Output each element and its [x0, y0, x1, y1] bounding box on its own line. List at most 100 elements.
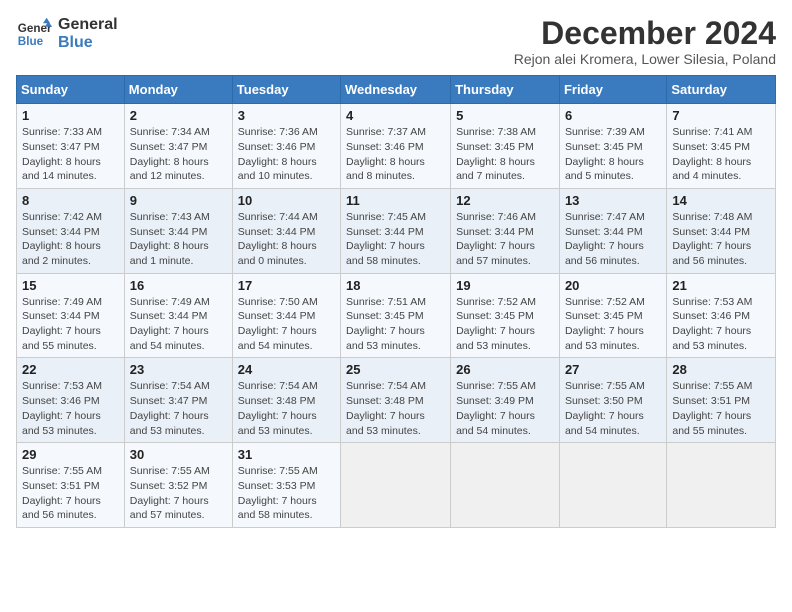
day-info: Sunrise: 7:39 AMSunset: 3:45 PMDaylight:… — [565, 125, 661, 184]
calendar-cell: 5Sunrise: 7:38 AMSunset: 3:45 PMDaylight… — [451, 104, 560, 189]
calendar-cell: 28 Sunrise: 7:55 AMSunset: 3:51 PMDayligh… — [667, 358, 776, 443]
calendar-week-row: 22 Sunrise: 7:53 AMSunset: 3:46 PMDayligh… — [17, 358, 776, 443]
day-number: 17 — [238, 278, 335, 293]
calendar-week-row: 8 Sunrise: 7:42 AMSunset: 3:44 PMDaylight… — [17, 188, 776, 273]
calendar-cell: 29Sunrise: 7:55 AMSunset: 3:51 PMDayligh… — [17, 443, 125, 528]
day-info: Sunrise: 7:53 AMSunset: 3:46 PMDaylight:… — [22, 379, 119, 438]
day-info: Sunrise: 7:50 AMSunset: 3:44 PMDaylight:… — [238, 295, 335, 354]
calendar-week-row: 15Sunrise: 7:49 AMSunset: 3:44 PMDayligh… — [17, 273, 776, 358]
day-number: 6 — [565, 108, 661, 123]
day-number: 7 — [672, 108, 770, 123]
day-number: 22 — [22, 362, 119, 377]
day-number: 12 — [456, 193, 554, 208]
day-info: Sunrise: 7:53 AMSunset: 3:46 PMDaylight:… — [672, 295, 770, 354]
day-number: 19 — [456, 278, 554, 293]
weekday-header: Sunday — [17, 76, 125, 104]
day-info: Sunrise: 7:43 AMSunset: 3:44 PMDaylight:… — [130, 210, 227, 269]
calendar-cell: 12 Sunrise: 7:46 AMSunset: 3:44 PMDayligh… — [451, 188, 560, 273]
calendar-cell: 30Sunrise: 7:55 AMSunset: 3:52 PMDayligh… — [124, 443, 232, 528]
weekday-header: Saturday — [667, 76, 776, 104]
day-info: Sunrise: 7:49 AMSunset: 3:44 PMDaylight:… — [22, 295, 119, 354]
day-info: Sunrise: 7:52 AMSunset: 3:45 PMDaylight:… — [565, 295, 661, 354]
day-number: 13 — [565, 193, 661, 208]
day-number: 18 — [346, 278, 445, 293]
calendar-cell: 2 Sunrise: 7:34 AMSunset: 3:47 PMDaylight… — [124, 104, 232, 189]
day-info: Sunrise: 7:54 AMSunset: 3:48 PMDaylight:… — [346, 379, 445, 438]
calendar-cell: 13 Sunrise: 7:47 AMSunset: 3:44 PMDayligh… — [559, 188, 666, 273]
day-info: Sunrise: 7:52 AMSunset: 3:45 PMDaylight:… — [456, 295, 554, 354]
calendar-cell: 24Sunrise: 7:54 AMSunset: 3:48 PMDayligh… — [232, 358, 340, 443]
calendar-cell: 14 Sunrise: 7:48 AMSunset: 3:44 PMDayligh… — [667, 188, 776, 273]
day-number: 14 — [672, 193, 770, 208]
day-number: 2 — [130, 108, 227, 123]
day-info: Sunrise: 7:51 AMSunset: 3:45 PMDaylight:… — [346, 295, 445, 354]
calendar-cell: 3Sunrise: 7:36 AMSunset: 3:46 PMDaylight… — [232, 104, 340, 189]
page-title: December 2024 — [514, 16, 776, 51]
logo-icon: General Blue — [16, 16, 52, 52]
logo-line1: General — [58, 16, 118, 34]
calendar-cell: 20 Sunrise: 7:52 AMSunset: 3:45 PMDayligh… — [559, 273, 666, 358]
calendar-cell: 8 Sunrise: 7:42 AMSunset: 3:44 PMDaylight… — [17, 188, 125, 273]
day-number: 11 — [346, 193, 445, 208]
day-info: Sunrise: 7:54 AMSunset: 3:47 PMDaylight:… — [130, 379, 227, 438]
calendar-week-row: 1 Sunrise: 7:33 AMSunset: 3:47 PMDaylight… — [17, 104, 776, 189]
page-subtitle: Rejon alei Kromera, Lower Silesia, Polan… — [514, 51, 776, 67]
day-info: Sunrise: 7:55 AMSunset: 3:53 PMDaylight:… — [238, 464, 335, 523]
calendar-cell: 1 Sunrise: 7:33 AMSunset: 3:47 PMDaylight… — [17, 104, 125, 189]
calendar-cell: 17 Sunrise: 7:50 AMSunset: 3:44 PMDayligh… — [232, 273, 340, 358]
calendar-cell: 25 Sunrise: 7:54 AMSunset: 3:48 PMDayligh… — [341, 358, 451, 443]
day-number: 1 — [22, 108, 119, 123]
day-info: Sunrise: 7:46 AMSunset: 3:44 PMDaylight:… — [456, 210, 554, 269]
day-info: Sunrise: 7:55 AMSunset: 3:50 PMDaylight:… — [565, 379, 661, 438]
day-number: 4 — [346, 108, 445, 123]
calendar-cell: 19 Sunrise: 7:52 AMSunset: 3:45 PMDayligh… — [451, 273, 560, 358]
calendar-cell: 16 Sunrise: 7:49 AMSunset: 3:44 PMDayligh… — [124, 273, 232, 358]
svg-text:Blue: Blue — [18, 35, 44, 48]
logo: General Blue General Blue — [16, 16, 118, 52]
day-number: 3 — [238, 108, 335, 123]
title-block: December 2024 Rejon alei Kromera, Lower … — [514, 16, 776, 67]
day-number: 28 — [672, 362, 770, 377]
calendar-cell — [451, 443, 560, 528]
day-info: Sunrise: 7:45 AMSunset: 3:44 PMDaylight:… — [346, 210, 445, 269]
calendar-cell: 10 Sunrise: 7:44 AMSunset: 3:44 PMDayligh… — [232, 188, 340, 273]
calendar-cell: 27 Sunrise: 7:55 AMSunset: 3:50 PMDayligh… — [559, 358, 666, 443]
day-number: 25 — [346, 362, 445, 377]
day-info: Sunrise: 7:55 AMSunset: 3:51 PMDaylight:… — [672, 379, 770, 438]
day-info: Sunrise: 7:48 AMSunset: 3:44 PMDaylight:… — [672, 210, 770, 269]
day-info: Sunrise: 7:47 AMSunset: 3:44 PMDaylight:… — [565, 210, 661, 269]
weekday-header: Tuesday — [232, 76, 340, 104]
calendar-cell: 15Sunrise: 7:49 AMSunset: 3:44 PMDayligh… — [17, 273, 125, 358]
day-number: 26 — [456, 362, 554, 377]
day-number: 21 — [672, 278, 770, 293]
day-number: 29 — [22, 447, 119, 462]
weekday-header: Wednesday — [341, 76, 451, 104]
day-number: 8 — [22, 193, 119, 208]
day-info: Sunrise: 7:44 AMSunset: 3:44 PMDaylight:… — [238, 210, 335, 269]
day-info: Sunrise: 7:55 AMSunset: 3:49 PMDaylight:… — [456, 379, 554, 438]
calendar-cell: 22 Sunrise: 7:53 AMSunset: 3:46 PMDayligh… — [17, 358, 125, 443]
calendar-week-row: 29Sunrise: 7:55 AMSunset: 3:51 PMDayligh… — [17, 443, 776, 528]
weekday-header-row: SundayMondayTuesdayWednesdayThursdayFrid… — [17, 76, 776, 104]
day-info: Sunrise: 7:42 AMSunset: 3:44 PMDaylight:… — [22, 210, 119, 269]
day-number: 16 — [130, 278, 227, 293]
weekday-header: Friday — [559, 76, 666, 104]
day-number: 5 — [456, 108, 554, 123]
calendar-cell: 23 Sunrise: 7:54 AMSunset: 3:47 PMDayligh… — [124, 358, 232, 443]
day-info: Sunrise: 7:33 AMSunset: 3:47 PMDaylight:… — [22, 125, 119, 184]
calendar-cell: 9Sunrise: 7:43 AMSunset: 3:44 PMDaylight… — [124, 188, 232, 273]
day-number: 20 — [565, 278, 661, 293]
calendar-cell — [559, 443, 666, 528]
calendar-cell: 18 Sunrise: 7:51 AMSunset: 3:45 PMDayligh… — [341, 273, 451, 358]
day-info: Sunrise: 7:34 AMSunset: 3:47 PMDaylight:… — [130, 125, 227, 184]
day-number: 27 — [565, 362, 661, 377]
logo-line2: Blue — [58, 34, 118, 52]
day-info: Sunrise: 7:37 AMSunset: 3:46 PMDaylight:… — [346, 125, 445, 184]
day-info: Sunrise: 7:49 AMSunset: 3:44 PMDaylight:… — [130, 295, 227, 354]
calendar-cell: 4 Sunrise: 7:37 AMSunset: 3:46 PMDaylight… — [341, 104, 451, 189]
day-number: 23 — [130, 362, 227, 377]
calendar-cell: 11 Sunrise: 7:45 AMSunset: 3:44 PMDayligh… — [341, 188, 451, 273]
day-info: Sunrise: 7:41 AMSunset: 3:45 PMDaylight:… — [672, 125, 770, 184]
day-number: 10 — [238, 193, 335, 208]
weekday-header: Thursday — [451, 76, 560, 104]
